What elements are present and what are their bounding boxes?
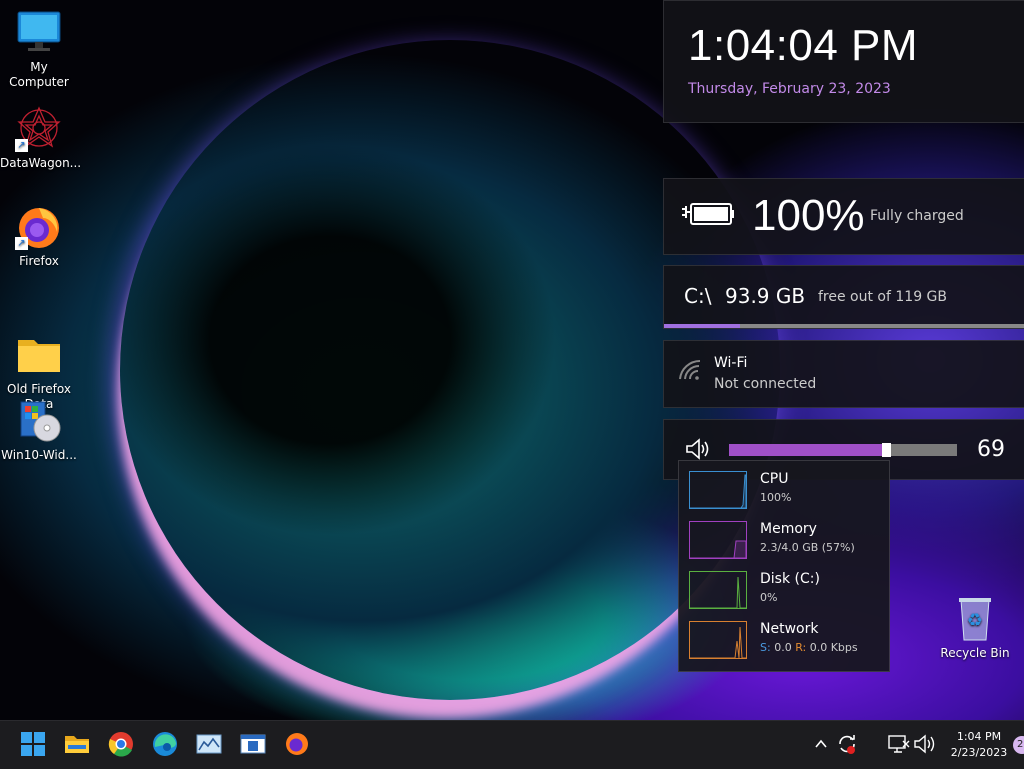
recycle-bin-icon: ♻ [951, 596, 999, 642]
disk-total-space: free out of 119 GB [818, 289, 948, 305]
speaker-icon [914, 734, 935, 754]
monitor-icon [15, 10, 63, 56]
chart-window-icon [196, 734, 222, 754]
chrome-icon [108, 732, 133, 757]
desktop-icon-label: Recycle Bin [940, 646, 1010, 660]
disk-free-space: 93.9 GB [725, 284, 806, 308]
taskbar: 1:04 PM 2/23/2023 2 [0, 720, 1024, 769]
edge-icon [153, 732, 177, 756]
network-graph [689, 621, 747, 659]
wifi-widget[interactable]: Wi-Fi Not connected [663, 340, 1024, 408]
start-button[interactable] [20, 731, 46, 757]
perf-row-network[interactable]: Network S: 0.0 R: 0.0 Kbps [689, 621, 884, 665]
desktop-icon-label: DataWagon... [0, 156, 82, 170]
disk-usage-bar [664, 324, 1024, 328]
perf-row-disk[interactable]: Disk (C:) 0% [689, 571, 884, 615]
perf-row-memory[interactable]: Memory 2.3/4.0 GB (57%) [689, 521, 884, 565]
network-recv-value: 0.0 Kbps [809, 641, 858, 654]
firefox-icon: ↗ [15, 204, 63, 250]
taskbar-clock[interactable]: 1:04 PM 2/23/2023 [950, 729, 1008, 761]
desktop-icon-label: Firefox [19, 254, 59, 268]
app-window-icon [240, 734, 266, 754]
network-tray-button[interactable] [886, 731, 912, 757]
cpu-graph [689, 471, 747, 509]
network-send-label: S: [760, 641, 771, 654]
desktop-icon-win10-widgets[interactable]: Win10-Wid... [0, 398, 78, 463]
sync-tray-button[interactable] [834, 731, 860, 757]
wifi-title: Wi-Fi [714, 355, 748, 371]
network-icon [888, 735, 910, 753]
desktop-icon-my-computer[interactable]: My Computer [0, 10, 78, 90]
disk-widget: C:\ 93.9 GB free out of 119 GB [663, 265, 1024, 329]
wifi-icon [678, 359, 704, 385]
window-app-button[interactable] [240, 731, 266, 757]
chrome-button[interactable] [108, 731, 134, 757]
perf-memory-name: Memory [760, 521, 817, 537]
clock-date: Thursday, February 23, 2023 [688, 81, 891, 97]
shortcut-arrow-icon: ↗ [15, 237, 28, 250]
edge-button[interactable] [152, 731, 178, 757]
perf-network-name: Network [760, 621, 819, 637]
battery-status: Fully charged [870, 208, 964, 224]
volume-tray-button[interactable] [912, 731, 938, 757]
perf-disk-value: 0% [760, 591, 778, 604]
file-explorer-button[interactable] [64, 731, 90, 757]
perf-disk-name: Disk (C:) [760, 571, 820, 587]
performance-app-button[interactable] [196, 731, 222, 757]
network-recv-label: R: [795, 641, 807, 654]
network-send-value: 0.0 [774, 641, 792, 654]
battery-widget: 100% Fully charged [663, 178, 1024, 255]
taskbar-time: 1:04 PM [956, 730, 1002, 743]
taskbar-date: 2/23/2023 [950, 746, 1008, 759]
memory-graph [689, 521, 747, 559]
perf-cpu-name: CPU [760, 471, 789, 487]
clock-widget: 1:04:04 PM Thursday, February 23, 2023 [663, 0, 1024, 123]
perf-memory-value: 2.3/4.0 GB (57%) [760, 541, 855, 554]
disk-graph [689, 571, 747, 609]
clock-time: 1:04:04 PM [688, 21, 919, 70]
chevron-up-icon [815, 739, 827, 748]
perf-cpu-value: 100% [760, 491, 792, 504]
perf-network-value: S: 0.0 R: 0.0 Kbps [760, 641, 858, 654]
notification-badge[interactable]: 2 [1013, 736, 1024, 754]
file-explorer-icon [65, 736, 89, 753]
datawagon-icon: ↗ [15, 106, 63, 152]
folder-icon [15, 317, 63, 372]
battery-percentage: 100% [752, 191, 865, 240]
volume-slider-thumb[interactable] [882, 443, 892, 457]
desktop-icon-datawagon[interactable]: ↗ DataWagon... [0, 106, 82, 171]
svg-text:♻: ♻ [967, 610, 983, 631]
desktop-icon-label: My Computer [9, 60, 69, 89]
desktop-icon-firefox[interactable]: ↗ Firefox [0, 204, 78, 269]
battery-plug-icon [680, 201, 736, 235]
firefox-icon [286, 733, 308, 755]
performance-monitor: CPU 100% Memory 2.3/4.0 GB (57%) Disk (C… [678, 460, 890, 672]
wifi-status: Not connected [714, 376, 817, 392]
show-hidden-icons-button[interactable] [812, 731, 830, 757]
windows-logo-icon [21, 732, 45, 756]
volume-value: 69 [977, 437, 1005, 462]
firefox-taskbar-button[interactable] [284, 731, 310, 757]
shortcut-arrow-icon: ↗ [15, 139, 28, 152]
installer-disc-icon [15, 398, 63, 444]
desktop-icon-recycle-bin[interactable]: ♻ Recycle Bin [936, 596, 1014, 661]
disk-drive-letter: C:\ [684, 284, 712, 308]
volume-slider-fill [729, 444, 887, 456]
sync-icon [839, 735, 855, 754]
disk-usage-fill [664, 324, 740, 328]
volume-slider[interactable] [729, 443, 957, 457]
desktop-icon-label: Win10-Wid... [1, 448, 77, 462]
perf-row-cpu[interactable]: CPU 100% [689, 471, 884, 515]
